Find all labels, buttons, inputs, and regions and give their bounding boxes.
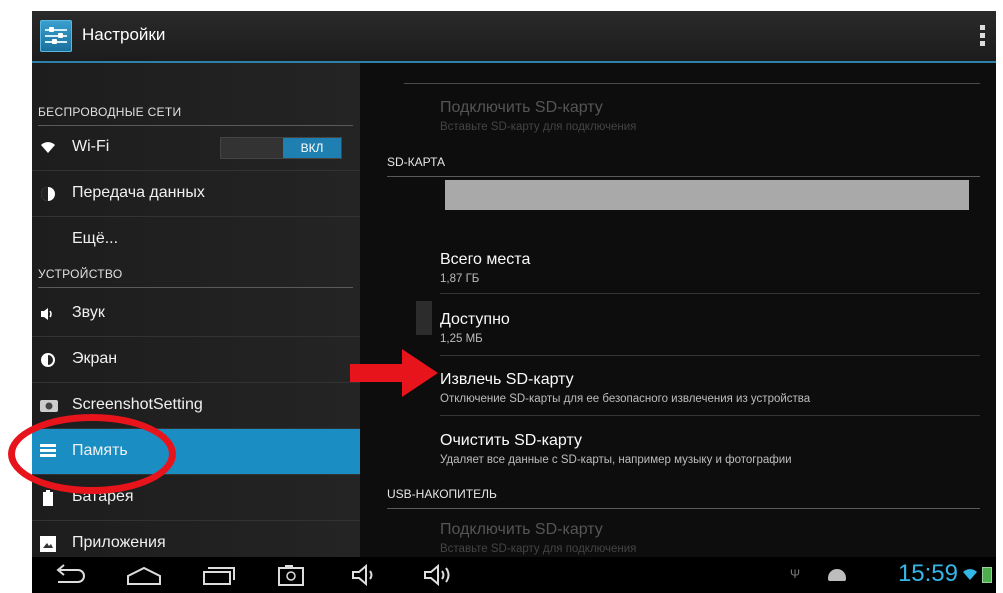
row-subtitle: Вставьте SD-карту для подключения: [440, 121, 637, 133]
settings-item-display[interactable]: Экран: [32, 337, 360, 383]
wifi-toggle[interactable]: ВКЛ: [220, 137, 342, 159]
row-title: Очистить SD-карту: [440, 432, 582, 449]
battery-status-icon: [982, 567, 992, 583]
settings-item-data-usage[interactable]: Передача данных: [32, 171, 360, 217]
section-sd-card: SD-КАРТА: [387, 155, 980, 177]
row-value: 1,25 МБ: [440, 333, 483, 345]
divider: [440, 293, 980, 294]
wifi-signal-icon: [963, 569, 977, 580]
battery-icon: [40, 490, 56, 506]
apps-icon: [40, 536, 56, 552]
mount-sd-top[interactable]: Подключить SD-карту Вставьте SD-карту дл…: [440, 99, 980, 133]
row-value: 1,87 ГБ: [440, 273, 480, 285]
settings-item-label: Ещё...: [72, 230, 119, 247]
usb-icon: Ψ: [789, 567, 800, 581]
wifi-icon: [40, 140, 56, 156]
row-title: Подключить SD-карту: [440, 521, 603, 538]
divider: [404, 83, 980, 84]
settings-item-label: Передача данных: [72, 184, 205, 201]
row-subtitle: Вставьте SD-карту для подключения: [440, 543, 637, 555]
data-usage-icon: [40, 186, 56, 202]
format-sd-button[interactable]: Очистить SD-карту Удаляет все данные с S…: [440, 432, 980, 466]
storage-detail-pane: Подключить SD-карту Вставьте SD-карту дл…: [360, 63, 996, 557]
overflow-menu-icon[interactable]: [980, 25, 986, 47]
total-space-row: Всего места 1,87 ГБ: [440, 251, 980, 285]
volume-up-icon[interactable]: [422, 562, 456, 588]
storage-usage-bar: [445, 180, 969, 210]
android-icon: [828, 569, 846, 581]
settings-item-label: Приложения: [72, 534, 166, 551]
settings-item-wifi[interactable]: Wi-Fi ВКЛ: [32, 125, 360, 171]
row-title: Доступно: [440, 311, 510, 328]
divider: [440, 415, 980, 416]
available-color-swatch: [416, 301, 432, 335]
pointer-arrow-icon: [350, 349, 438, 397]
eject-sd-button[interactable]: Извлечь SD-карту Отключение SD-карты для…: [440, 371, 980, 405]
settings-app-icon[interactable]: [40, 20, 72, 52]
mount-sd-bottom[interactable]: Подключить SD-карту Вставьте SD-карту дл…: [440, 521, 980, 555]
home-icon[interactable]: [124, 562, 164, 588]
settings-item-label: Wi-Fi: [72, 138, 110, 155]
header-wireless: БЕСПРОВОДНЫЕ СЕТИ: [38, 105, 353, 126]
available-row: Доступно 1,25 МБ: [440, 311, 980, 345]
row-title: Подключить SD-карту: [440, 99, 603, 116]
camera-icon: [40, 398, 58, 414]
back-icon[interactable]: [52, 562, 86, 588]
wifi-toggle-on: ВКЛ: [283, 138, 341, 158]
row-subtitle: Удаляет все данные с SD-карты, например …: [440, 454, 792, 466]
settings-item-label: Звук: [72, 304, 105, 321]
header-device: УСТРОЙСТВО: [38, 267, 353, 288]
row-title: Извлечь SD-карту: [440, 371, 574, 388]
app-title: Настройки: [82, 25, 166, 44]
system-nav-bar: Ψ 15:59: [32, 557, 996, 593]
row-subtitle: Отключение SD-карты для ее безопасного и…: [440, 393, 811, 405]
highlight-ellipse: [8, 414, 176, 494]
section-usb-storage: USB-НАКОПИТЕЛЬ: [387, 487, 980, 509]
settings-item-label: ScreenshotSetting: [72, 396, 203, 413]
settings-item-sound[interactable]: Звук: [32, 291, 360, 337]
recent-apps-icon[interactable]: [200, 562, 236, 588]
speaker-icon: [40, 306, 56, 322]
screenshot-icon[interactable]: [276, 562, 306, 588]
settings-item-label: Экран: [72, 350, 118, 367]
tablet-screen: Настройки БЕСПРОВОДНЫЕ СЕТИ Wi-Fi ВКЛ Пе…: [32, 11, 996, 593]
action-bar: Настройки: [32, 11, 996, 63]
status-clock[interactable]: 15:59: [898, 560, 958, 588]
divider: [440, 355, 980, 356]
row-title: Всего места: [440, 251, 531, 268]
brightness-icon: [40, 352, 56, 368]
settings-item-more[interactable]: Ещё...: [32, 217, 360, 262]
volume-down-icon[interactable]: [350, 562, 380, 588]
